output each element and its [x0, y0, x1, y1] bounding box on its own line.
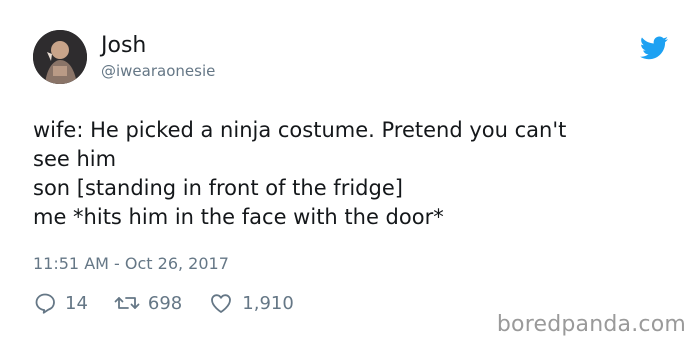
reply-icon [35, 293, 55, 314]
retweet-button[interactable]: 698 [114, 291, 182, 315]
tweet-card: Josh @iwearaonesie wife: He picked a nin… [0, 0, 700, 347]
reply-button[interactable]: 14 [33, 291, 88, 315]
retweet-icon [114, 297, 140, 309]
avatar[interactable] [33, 30, 87, 84]
like-button[interactable]: 1,910 [208, 291, 294, 315]
tweet-text: wife: He picked a ninja costume. Pretend… [33, 116, 673, 232]
author-handle[interactable]: @iwearaonesie [101, 62, 215, 80]
retweet-count: 698 [147, 292, 183, 314]
tweet-text-line: me *hits him in the face with the door* [33, 205, 444, 229]
author-name[interactable]: Josh [101, 33, 146, 59]
tweet-timestamp[interactable]: 11:51 AM - Oct 26, 2017 [33, 254, 229, 274]
like-count: 1,910 [242, 292, 294, 314]
tweet-text-line: see him [33, 147, 117, 171]
twitter-bird-icon[interactable] [640, 36, 668, 60]
tweet-text-line: wife: He picked a ninja costume. Pretend… [33, 118, 567, 142]
tweet-actions: 14 698 1,910 [33, 290, 320, 316]
avatar-photo [33, 30, 87, 84]
heart-icon [211, 294, 232, 313]
reply-count: 14 [65, 292, 88, 314]
watermark: boredpanda.com [496, 312, 686, 337]
tweet-text-line: son [standing in front of the fridge] [33, 176, 403, 200]
